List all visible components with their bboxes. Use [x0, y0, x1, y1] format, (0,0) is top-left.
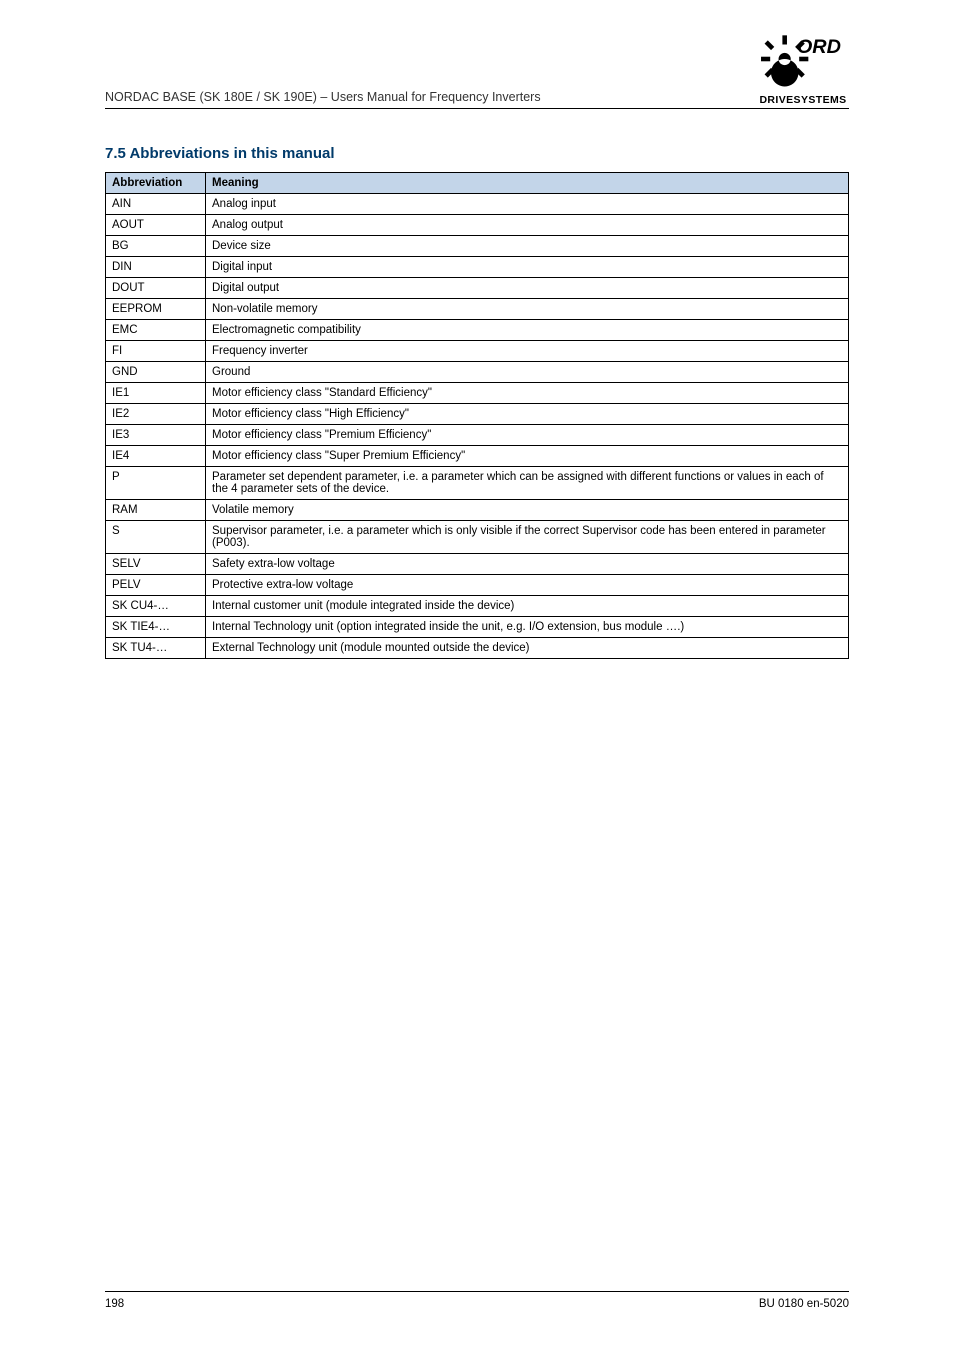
col-meaning: Meaning: [206, 173, 849, 194]
table-row: SELVSafety extra-low voltage: [106, 554, 849, 575]
cell-meaning: Analog input: [206, 194, 849, 215]
cell-abbreviation: SK TIE4-…: [106, 617, 206, 638]
cell-meaning: Internal customer unit (module integrate…: [206, 596, 849, 617]
nord-gear-icon: ORD: [757, 30, 849, 88]
cell-abbreviation: IE2: [106, 404, 206, 425]
cell-meaning: Parameter set dependent parameter, i.e. …: [206, 467, 849, 500]
table-row: IE4Motor efficiency class "Super Premium…: [106, 446, 849, 467]
cell-meaning: Digital output: [206, 278, 849, 299]
table-row: IE1Motor efficiency class "Standard Effi…: [106, 383, 849, 404]
table-row: EEPROMNon-volatile memory: [106, 299, 849, 320]
abbreviations-table: Abbreviation Meaning AINAnalog inputAOUT…: [105, 172, 849, 659]
cell-abbreviation: SK CU4-…: [106, 596, 206, 617]
table-row: IE2Motor efficiency class "High Efficien…: [106, 404, 849, 425]
table-row: SK TU4-…External Technology unit (module…: [106, 638, 849, 659]
cell-abbreviation: IE1: [106, 383, 206, 404]
table-row: PParameter set dependent parameter, i.e.…: [106, 467, 849, 500]
cell-meaning: Protective extra-low voltage: [206, 575, 849, 596]
cell-meaning: Digital input: [206, 257, 849, 278]
cell-meaning: Motor efficiency class "High Efficiency": [206, 404, 849, 425]
table-row: AINAnalog input: [106, 194, 849, 215]
cell-abbreviation: AIN: [106, 194, 206, 215]
doc-title: NORDAC BASE (SK 180E / SK 190E) – Users …: [105, 90, 849, 109]
table-row: DINDigital input: [106, 257, 849, 278]
brand-logo: ORD DRIVESYSTEMS: [757, 30, 849, 106]
table-row: IE3Motor efficiency class "Premium Effic…: [106, 425, 849, 446]
cell-abbreviation: DIN: [106, 257, 206, 278]
cell-abbreviation: P: [106, 467, 206, 500]
page-header: ORD DRIVESYSTEMS NORDAC BASE (SK 180E / …: [0, 0, 954, 109]
page-content: 7.5 Abbreviations in this manual Abbrevi…: [0, 109, 954, 659]
cell-abbreviation: AOUT: [106, 215, 206, 236]
cell-meaning: Internal Technology unit (option integra…: [206, 617, 849, 638]
doc-code: BU 0180 en-5020: [759, 1298, 849, 1310]
cell-meaning: Frequency inverter: [206, 341, 849, 362]
cell-abbreviation: RAM: [106, 500, 206, 521]
table-row: EMCElectromagnetic compatibility: [106, 320, 849, 341]
cell-abbreviation: IE3: [106, 425, 206, 446]
table-row: GNDGround: [106, 362, 849, 383]
cell-abbreviation: IE4: [106, 446, 206, 467]
page-number: 198: [105, 1298, 124, 1310]
cell-abbreviation: FI: [106, 341, 206, 362]
cell-abbreviation: EEPROM: [106, 299, 206, 320]
svg-text:ORD: ORD: [797, 36, 841, 58]
table-row: FIFrequency inverter: [106, 341, 849, 362]
cell-abbreviation: SELV: [106, 554, 206, 575]
cell-meaning: Analog output: [206, 215, 849, 236]
cell-meaning: External Technology unit (module mounted…: [206, 638, 849, 659]
table-row: BGDevice size: [106, 236, 849, 257]
cell-meaning: Ground: [206, 362, 849, 383]
table-row: AOUTAnalog output: [106, 215, 849, 236]
table-row: SSupervisor parameter, i.e. a parameter …: [106, 521, 849, 554]
table-row: SK TIE4-…Internal Technology unit (optio…: [106, 617, 849, 638]
table-row: PELVProtective extra-low voltage: [106, 575, 849, 596]
table-header-row: Abbreviation Meaning: [106, 173, 849, 194]
cell-abbreviation: BG: [106, 236, 206, 257]
col-abbreviation: Abbreviation: [106, 173, 206, 194]
cell-meaning: Motor efficiency class "Super Premium Ef…: [206, 446, 849, 467]
cell-meaning: Motor efficiency class "Premium Efficien…: [206, 425, 849, 446]
brand-logo-text: DRIVESYSTEMS: [757, 94, 849, 106]
cell-abbreviation: SK TU4-…: [106, 638, 206, 659]
cell-abbreviation: S: [106, 521, 206, 554]
cell-meaning: Supervisor parameter, i.e. a parameter w…: [206, 521, 849, 554]
page-footer: 198 BU 0180 en-5020: [105, 1291, 849, 1310]
cell-meaning: Volatile memory: [206, 500, 849, 521]
table-row: SK CU4-…Internal customer unit (module i…: [106, 596, 849, 617]
cell-meaning: Non-volatile memory: [206, 299, 849, 320]
cell-meaning: Electromagnetic compatibility: [206, 320, 849, 341]
cell-meaning: Safety extra-low voltage: [206, 554, 849, 575]
cell-meaning: Motor efficiency class "Standard Efficie…: [206, 383, 849, 404]
section-title: 7.5 Abbreviations in this manual: [105, 145, 849, 162]
cell-abbreviation: PELV: [106, 575, 206, 596]
cell-meaning: Device size: [206, 236, 849, 257]
cell-abbreviation: DOUT: [106, 278, 206, 299]
cell-abbreviation: EMC: [106, 320, 206, 341]
table-row: RAMVolatile memory: [106, 500, 849, 521]
cell-abbreviation: GND: [106, 362, 206, 383]
table-row: DOUTDigital output: [106, 278, 849, 299]
